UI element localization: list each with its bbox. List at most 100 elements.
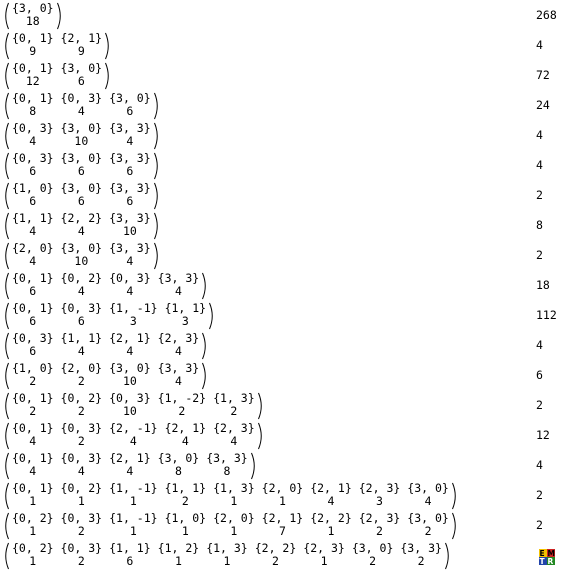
matrix-column: {1, 3} 2 (213, 392, 255, 418)
matrix-column: {0, 1} 1 (12, 482, 54, 508)
matrix: {0, 3} 6 {1, 1} 4 {2, 1} 4 {2, 3} 4 (2, 332, 209, 360)
table-row: {1, 0} 6 {3, 0} 6 {3, 3} 6 2 (0, 181, 561, 211)
matrix-column: {0, 3} 10 (109, 392, 151, 418)
table-row: {0, 1} 12 {3, 0} 6 72 (0, 61, 561, 91)
matrix: {0, 1} 8 {0, 3} 4 {3, 0} 6 (2, 92, 161, 120)
matrix-column: {1, -1} 3 (109, 302, 157, 328)
multiplicity-entry: 4 (230, 434, 238, 448)
multiplicity-entry: 2 (272, 554, 279, 568)
matrix-column: {3, 0} 6 (61, 182, 103, 208)
matrix-column: {3, 0} 10 (61, 242, 103, 268)
matrix-column: {0, 1} 4 (12, 422, 54, 448)
multiplicity-entry: 10 (122, 374, 137, 388)
multiplicity-entry: 1 (327, 524, 335, 538)
matrix-column: {2, 0} 2 (61, 362, 103, 388)
left-paren (2, 32, 10, 60)
matrix-column: {3, 3} 8 (206, 452, 248, 478)
multiplicity-entry: 2 (77, 524, 85, 538)
multiplicity-entry: 4 (129, 434, 137, 448)
left-paren (2, 212, 10, 240)
multiplicity-entry: 4 (29, 464, 37, 478)
matrix-column: {0, 3} 4 (61, 92, 103, 118)
multiplicity-entry: 4 (327, 494, 335, 508)
matrix-column: {1, 1} 2 (165, 482, 207, 508)
multiplicity-entry: 4 (29, 134, 37, 148)
matrix-column: {0, 3} 6 (12, 152, 54, 178)
count-value: 4 (536, 128, 543, 142)
multiplicity-entry: 6 (126, 104, 134, 118)
multiplicity-entry: 1 (77, 494, 85, 508)
multiplicity-entry: 1 (320, 554, 328, 568)
matrix-column: {0, 3} 2 (61, 542, 103, 568)
matrix-column: {0, 3} 2 (61, 512, 103, 538)
matrix-column: {1, -2} 2 (158, 392, 206, 418)
matrix-column: {0, 2} 2 (61, 392, 103, 418)
multiplicity-entry: 6 (29, 194, 37, 208)
matrix-column: {0, 3} 4 (109, 272, 151, 298)
multiplicity-entry: 1 (29, 494, 37, 508)
matrix-column: {2, 2} 1 (310, 512, 352, 538)
matrix: {0, 3} 4 {3, 0} 10 {3, 3} 4 (2, 122, 161, 150)
matrix-column: {0, 3} 2 (61, 422, 103, 448)
table-row: {0, 3} 6 {3, 0} 6 {3, 3} 6 4 (0, 151, 561, 181)
right-paren (153, 122, 161, 150)
count-value: 268 (536, 8, 557, 22)
right-paren (153, 212, 161, 240)
table-row: {0, 1} 8 {0, 3} 4 {3, 0} 6 24 (0, 91, 561, 121)
multiplicity-entry: 3 (129, 314, 137, 328)
matrix-column: {3, 3} 2 (400, 542, 442, 568)
multiplicity-entry: 2 (77, 434, 85, 448)
right-paren (153, 152, 161, 180)
right-paren (153, 182, 161, 210)
matrix-column: {2, 0} 4 (12, 242, 54, 268)
multiplicity-entry: 1 (181, 524, 189, 538)
multiplicity-entry: 4 (29, 224, 37, 238)
matrix: {1, 0} 6 {3, 0} 6 {3, 3} 6 (2, 182, 161, 210)
right-paren (104, 62, 112, 90)
right-paren (201, 362, 209, 390)
svg-text:T: T (540, 557, 546, 566)
table-row: {0, 2} 1 {0, 3} 2 {1, 1} 6 {1, 2} 1 {1, 3} 1 {2, 2… (0, 541, 561, 571)
multiplicity-entry: 9 (77, 44, 85, 58)
table-row: {0, 1} 6 {0, 2} 4 {0, 3} 4 {3, 3} 4 18 (0, 271, 561, 301)
count-value: 112 (536, 308, 557, 322)
matrix-column: {2, 1} 7 (262, 512, 304, 538)
left-paren (2, 542, 10, 570)
matrix-column: {2, 3} 4 (158, 332, 200, 358)
matrix: {1, 0} 2 {2, 0} 2 {3, 0} 10 {3, 3} 4 (2, 362, 209, 390)
matrix-column: {1, 3} 1 (206, 542, 248, 568)
matrix: {0, 2} 1 {0, 3} 2 {1, 1} 6 {1, 2} 1 {1, 3} 1 {2, 2… (2, 542, 452, 570)
matrix-column: {3, 3} 4 (109, 122, 151, 148)
left-paren (2, 182, 10, 210)
matrix-column: {2, 3} 2 (359, 512, 401, 538)
multiplicity-entry: 4 (424, 494, 432, 508)
table-row: {0, 1} 6 {0, 3} 6 {1, -1} 3 {1, 1} 3 112 (0, 301, 561, 331)
left-paren (2, 482, 10, 510)
right-paren (208, 302, 216, 330)
count-value: 6 (536, 368, 543, 382)
multiplicity-entry: 6 (77, 164, 85, 178)
right-paren (153, 242, 161, 270)
matrix-column: {2, 3} 4 (213, 422, 255, 448)
matrix-column: {1, 2} 1 (158, 542, 200, 568)
left-paren (2, 422, 10, 450)
svg-text:R: R (548, 557, 554, 566)
matrix-column: {2, -1} 4 (109, 422, 157, 448)
multiplicity-entry: 4 (29, 254, 37, 268)
matrix-column: {0, 2} 1 (12, 542, 54, 568)
matrix-column: {0, 1} 12 (12, 62, 54, 88)
right-paren (56, 2, 64, 30)
matrix-column: {3, 0} 2 (352, 542, 394, 568)
table-row: {0, 1} 2 {0, 2} 2 {0, 3} 10 {1, -2} 2 {1, 3} 2 2 (0, 391, 561, 421)
multiplicity-entry: 2 (424, 524, 432, 538)
multiplicity-entry: 4 (126, 284, 134, 298)
multiplicity-entry: 6 (77, 314, 85, 328)
matrix-column: {1, 0} 1 (165, 512, 207, 538)
count-value: 72 (536, 68, 550, 82)
matrix-column: {3, 0} 18 (12, 2, 54, 28)
table-row: {0, 1} 4 {0, 3} 4 {2, 1} 4 {3, 0} 8 {3, 3} 8 4 (0, 451, 561, 481)
matrix: {0, 1} 12 {3, 0} 6 (2, 62, 112, 90)
matrix-column: {2, 3} 1 (303, 542, 345, 568)
multiplicity-entry: 6 (126, 194, 134, 208)
multiplicity-entry: 2 (77, 374, 85, 388)
